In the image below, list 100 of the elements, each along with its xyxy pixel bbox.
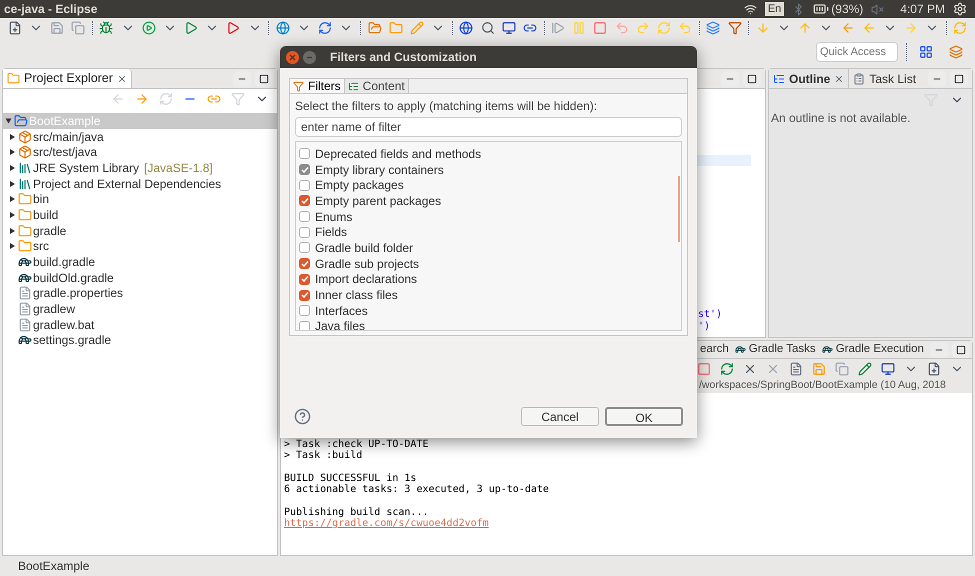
- dialog-tab[interactable]: Filters: [290, 79, 345, 93]
- folder-icon: [18, 208, 32, 222]
- checkbox[interactable]: [299, 320, 310, 330]
- filter-item[interactable]: Inner class files: [299, 287, 681, 303]
- dialog-tab[interactable]: Content: [344, 79, 409, 93]
- globe-icon[interactable]: [459, 21, 474, 35]
- expander-icon[interactable]: [10, 243, 14, 250]
- tree-item[interactable]: gradlew.bat: [7, 316, 277, 333]
- checkbox[interactable]: [299, 180, 310, 191]
- filter-item[interactable]: Empty parent packages: [299, 193, 681, 209]
- filter-item[interactable]: Enums: [299, 208, 681, 224]
- checkbox[interactable]: [299, 195, 310, 206]
- remove-icon[interactable]: [743, 362, 757, 376]
- resume-icon[interactable]: [551, 21, 566, 35]
- maximize-icon[interactable]: [259, 74, 269, 84]
- tree-item[interactable]: buildOld.gradle: [7, 270, 277, 286]
- tree-item[interactable]: src: [7, 238, 277, 254]
- forward-icon[interactable]: [135, 92, 149, 106]
- display-console-icon[interactable]: [881, 362, 895, 376]
- filter-search-field[interactable]: enter name of filter: [295, 117, 682, 137]
- tree-item[interactable]: build.gradle: [7, 254, 277, 270]
- new-console-icon[interactable]: [927, 362, 941, 376]
- open-folder-icon[interactable]: [368, 21, 382, 35]
- tree-item[interactable]: src/test/java: [7, 144, 277, 160]
- outline-icon: [773, 72, 785, 84]
- maximize-icon[interactable]: [747, 74, 757, 84]
- checkbox[interactable]: [299, 148, 310, 160]
- tree-item[interactable]: Project and External Dependencies: [7, 176, 277, 192]
- globe-icon[interactable]: [276, 21, 290, 35]
- tree-item[interactable]: src/main/java: [7, 128, 277, 144]
- tree-item[interactable]: gradle: [7, 222, 277, 238]
- project-folder-icon: [14, 114, 28, 128]
- save-icon[interactable]: [50, 21, 64, 35]
- scrollbar-thumb[interactable]: [678, 176, 680, 242]
- bug-icon[interactable]: [99, 21, 114, 35]
- tree-item[interactable]: gradle.properties: [7, 286, 277, 302]
- tree-item[interactable]: build: [7, 207, 277, 223]
- expander-icon[interactable]: [5, 118, 11, 124]
- checkbox[interactable]: [299, 258, 310, 270]
- panel-tab[interactable]: Gradle Tasks: [748, 340, 816, 358]
- filter-item[interactable]: Interfaces: [299, 302, 681, 319]
- maximize-icon[interactable]: [956, 344, 966, 354]
- refresh-icon[interactable]: [318, 21, 332, 35]
- console-line: Publishing build scan...: [284, 506, 428, 518]
- tree-item[interactable]: gradlew: [7, 301, 277, 317]
- checkbox[interactable]: [299, 274, 310, 285]
- panel-tab[interactable]: Task List: [849, 69, 920, 88]
- expander-icon[interactable]: [10, 134, 14, 140]
- panel-tab[interactable]: earch: [700, 340, 729, 358]
- keyboard-indicator[interactable]: En: [764, 2, 784, 16]
- filter-item[interactable]: Gradle build folder: [299, 240, 681, 256]
- minimize-button[interactable]: [303, 50, 316, 64]
- expander-icon[interactable]: [10, 196, 14, 202]
- expander-icon[interactable]: [10, 149, 14, 156]
- outline-message: An outline is not available.: [770, 110, 912, 127]
- dialog-title: Filters and Customization: [330, 49, 477, 66]
- expander-icon[interactable]: [10, 164, 14, 171]
- remove-all-icon[interactable]: [766, 362, 780, 376]
- checkbox[interactable]: [299, 290, 310, 301]
- expander-icon[interactable]: [10, 180, 14, 187]
- wifi-icon: [744, 2, 757, 16]
- panel-tab[interactable]: Gradle Execution: [836, 340, 924, 358]
- checkbox[interactable]: [299, 226, 310, 238]
- run-tool-icon[interactable]: [184, 21, 198, 35]
- filter-item[interactable]: Import declarations: [299, 272, 681, 288]
- filter-item[interactable]: Empty packages: [299, 177, 681, 194]
- checkbox[interactable]: [299, 305, 310, 316]
- maximize-icon[interactable]: [954, 74, 964, 84]
- panel-tab[interactable]: Project Explorer: [3, 69, 132, 88]
- stop-icon[interactable]: [697, 362, 711, 376]
- console-line: > Task :build: [284, 450, 364, 462]
- file-icon: [18, 286, 32, 300]
- file-icon: [18, 318, 32, 332]
- filter-item[interactable]: Fields: [299, 224, 681, 240]
- dialog-button[interactable]: Cancel: [521, 407, 599, 426]
- search-icon[interactable]: [480, 21, 495, 35]
- run-icon[interactable]: [142, 21, 156, 35]
- expander-icon[interactable]: [10, 212, 14, 218]
- tree-item[interactable]: JRE System Library [JavaSE-1.8]: [7, 160, 277, 176]
- new-file-icon[interactable]: [8, 21, 22, 35]
- dialog-button[interactable]: OK: [605, 407, 683, 426]
- tree-item[interactable]: bin: [7, 191, 277, 208]
- stop-icon[interactable]: [593, 21, 608, 35]
- filter-icon[interactable]: [728, 21, 742, 35]
- expander-icon[interactable]: [10, 228, 14, 234]
- monitor-icon[interactable]: [502, 21, 516, 35]
- rerun-icon[interactable]: [720, 362, 734, 376]
- perspective-icon[interactable]: [949, 45, 963, 59]
- tree-item[interactable]: settings.gradle: [7, 332, 277, 348]
- filter-icon: [293, 80, 304, 92]
- quick-access-field[interactable]: Quick Access: [816, 42, 898, 62]
- checkbox[interactable]: [299, 242, 310, 254]
- check-icon: [300, 196, 308, 205]
- checkbox[interactable]: [299, 211, 310, 222]
- close-button[interactable]: [286, 50, 299, 64]
- help-icon[interactable]: [294, 408, 311, 425]
- turtle-icon: [734, 344, 746, 355]
- filter-item[interactable]: Deprecated fields and methods: [299, 146, 681, 162]
- library-icon: [18, 176, 32, 191]
- filter-item[interactable]: Gradle sub projects: [299, 256, 681, 272]
